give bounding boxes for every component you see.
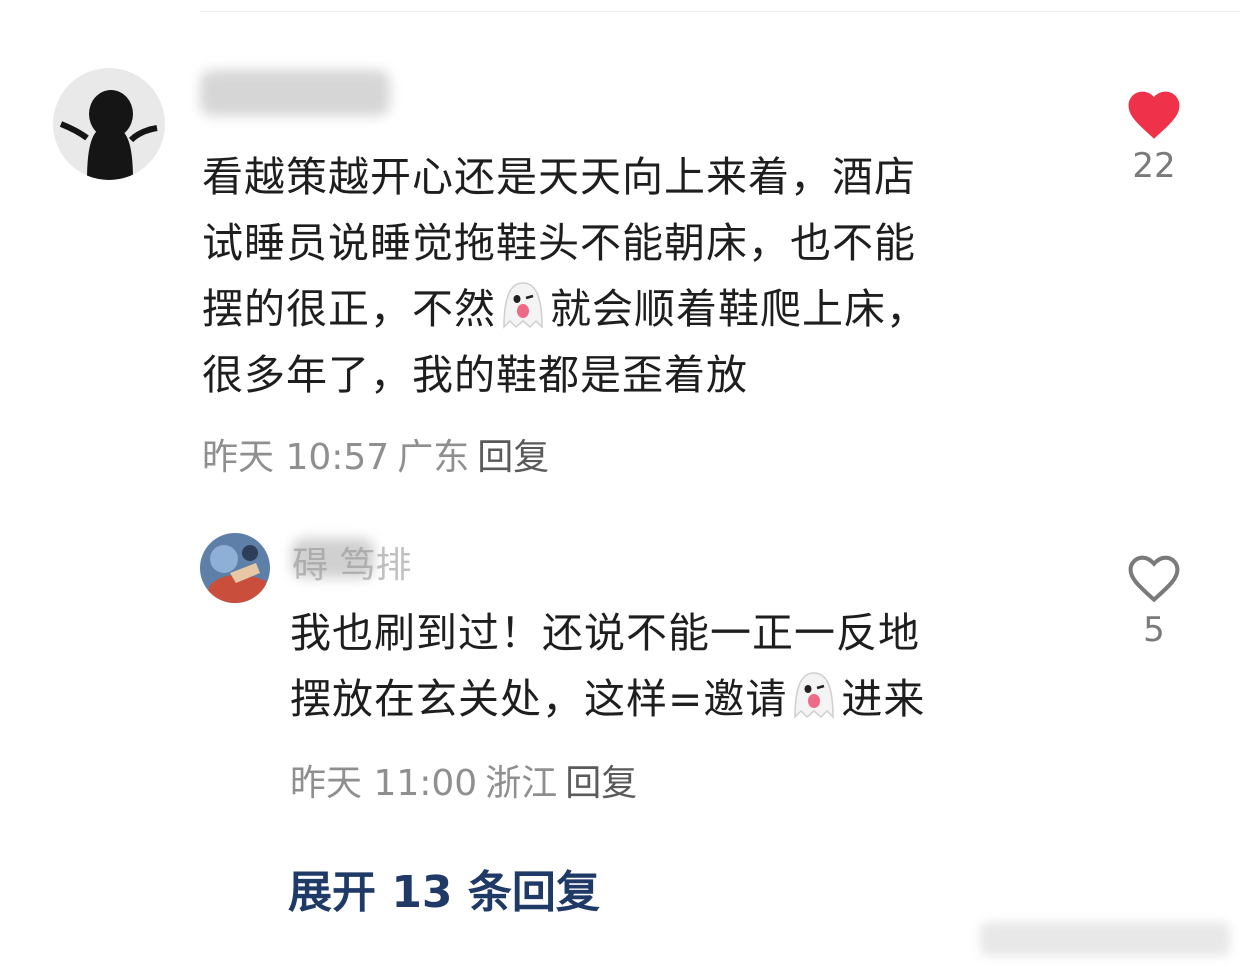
- like-count: 22: [1132, 146, 1176, 186]
- comment-text: 我也刷到过！还说不能一正一反地 摆放在玄关处，这样=邀请 进来: [290, 600, 925, 732]
- expand-replies-button[interactable]: 展开 13 条回复: [288, 856, 600, 920]
- ghost-emoji-icon: [787, 669, 841, 738]
- avatar[interactable]: [53, 68, 165, 180]
- comment-meta: 昨天 10:57 广东 回复: [202, 428, 557, 480]
- comment-time: 昨天 11:00: [290, 763, 478, 804]
- top-divider: [200, 11, 1240, 12]
- avatar[interactable]: [200, 533, 270, 603]
- like-count: 5: [1143, 610, 1165, 650]
- comment-meta: 昨天 11:00 浙江 回复: [290, 754, 645, 806]
- comment-location: 浙江: [485, 763, 558, 804]
- watermark-redacted: [980, 922, 1230, 956]
- comment-text: 看越策越开心还是天天向上来着，酒店 试睡员说睡觉拖鞋头不能朝床，也不能 摆的很正…: [202, 153, 928, 399]
- reply-button[interactable]: 回复: [565, 763, 637, 804]
- reply-button[interactable]: 回复: [477, 437, 549, 478]
- comment-time: 昨天 10:57: [202, 437, 390, 478]
- like-button[interactable]: 22: [1114, 84, 1194, 186]
- like-button[interactable]: 5: [1114, 548, 1194, 650]
- username-redacted: [200, 70, 390, 116]
- heart-outline-icon: [1128, 555, 1180, 603]
- heart-filled-icon: [1128, 91, 1180, 139]
- ghost-emoji-icon: [496, 279, 550, 348]
- comment-location: 广东: [397, 437, 470, 478]
- username: 碍 笃排: [292, 545, 412, 586]
